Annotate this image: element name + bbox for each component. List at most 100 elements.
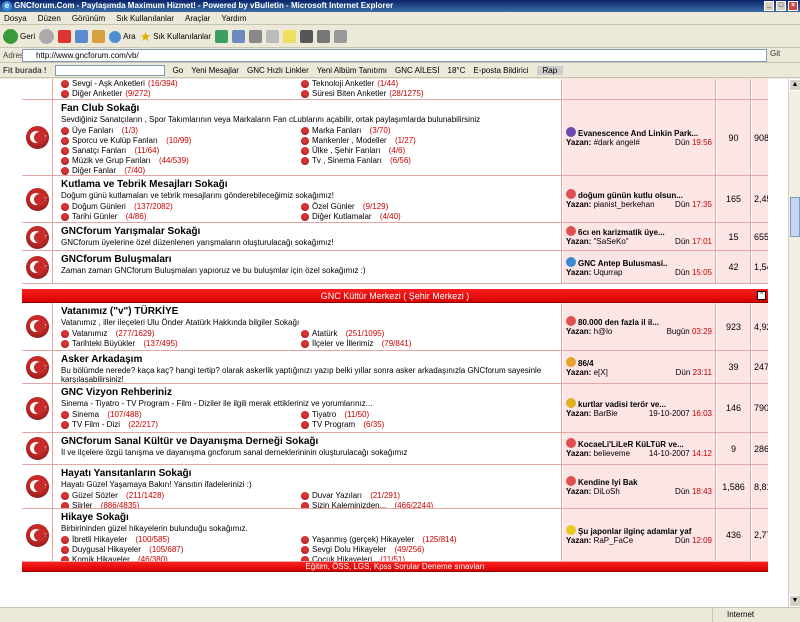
close-button[interactable]: × xyxy=(788,1,798,11)
subforum-link[interactable]: Tarihteki Büyükler (137/495) xyxy=(61,339,301,348)
link-new-album[interactable]: Yeni Albüm Tanıtımı xyxy=(317,66,387,75)
back-button[interactable]: Geri xyxy=(3,28,35,46)
go-button[interactable]: Git xyxy=(770,49,780,58)
menu-tools[interactable]: Araçlar xyxy=(185,12,210,24)
last-post-title[interactable]: Şu japonlar ilginç adamlar yaf xyxy=(566,525,712,536)
subforum-link[interactable]: Üye Fanları (1/3) xyxy=(61,126,301,135)
home-icon[interactable] xyxy=(92,30,106,43)
subforum-link[interactable]: TV Film - Dizi (22/217) xyxy=(61,420,301,429)
menu-file[interactable]: Dosya xyxy=(4,12,27,24)
scroll-thumb[interactable] xyxy=(790,197,800,237)
refresh-icon[interactable] xyxy=(75,30,89,43)
last-post-title[interactable]: doğum günün kutlu olsun... xyxy=(566,189,712,200)
subforum-link[interactable]: Sanatçı Fanları (11/64) xyxy=(61,146,301,155)
subforum-link[interactable]: Sevgi - Aşk Anketleri (16/394) xyxy=(61,79,301,88)
subforum-link[interactable]: Tiyatro (11/50) xyxy=(301,410,521,419)
vertical-scrollbar[interactable]: ▲ ▼ xyxy=(788,79,800,607)
subforum-link[interactable]: Özel Günler (9/129) xyxy=(301,202,521,211)
last-post-author[interactable]: DiLoSh xyxy=(594,487,620,496)
maximize-button[interactable]: □ xyxy=(776,1,786,11)
subforum-link[interactable]: Güzel Sözler (211/1428) xyxy=(61,491,301,500)
subforum-link[interactable]: Sinema (107/488) xyxy=(61,410,301,419)
menu-view[interactable]: Görünüm xyxy=(72,12,105,24)
last-post-title[interactable]: 86/4 xyxy=(566,357,712,368)
toolbar-search-input[interactable] xyxy=(54,64,165,76)
forum-title[interactable]: Asker Arkadaşım xyxy=(61,354,561,365)
category-header[interactable]: GNC Kültür Merkezi ( Şehir Merkezi ) ^ xyxy=(22,289,768,303)
last-post-title[interactable]: kurtlar vadisi terör ve... xyxy=(566,398,712,409)
last-post-author[interactable]: RaP_FaCe xyxy=(594,536,634,545)
forum-title[interactable]: Fan Club Sokağı xyxy=(61,103,561,114)
scroll-up-arrow[interactable]: ▲ xyxy=(789,79,800,91)
subforum-link[interactable]: Mankenler , Modeller (1/27) xyxy=(301,136,521,145)
menu-help[interactable]: Yardım xyxy=(221,12,246,24)
scroll-down-arrow[interactable]: ▼ xyxy=(789,595,800,607)
subforum-link[interactable]: Duvar Yazıları (21/291) xyxy=(301,491,521,500)
last-post-author[interactable]: pianist_berkehan xyxy=(594,200,655,209)
forum-title[interactable]: GNCforum Sanal Kültür ve Dayanışma Derne… xyxy=(61,436,561,447)
messenger-icon[interactable] xyxy=(300,30,314,43)
subforum-link[interactable]: Tarihi Günler (4/86) xyxy=(61,212,301,221)
subforum-link[interactable]: Müzik ve Grup Fanları (44/539) xyxy=(61,156,301,165)
subforum-link[interactable]: Doğum Günleri (137/2082) xyxy=(61,202,301,211)
search-button[interactable]: Ara xyxy=(109,28,136,46)
stop-icon[interactable] xyxy=(58,30,72,43)
subforum-link[interactable]: Sizin Kaleminizden... (466/2244) xyxy=(301,501,521,508)
subforum-link[interactable]: Atatürk (251/1095) xyxy=(301,329,521,338)
subforum-link[interactable]: Diğer Anketler (9/272) xyxy=(61,89,301,98)
subforum-link[interactable]: Süresi Biten Anketler (28/1275) xyxy=(301,89,521,98)
subforum-link[interactable]: Marka Fanları (3/70) xyxy=(301,126,521,135)
subforum-link[interactable]: Diğer Fanlar (7/40) xyxy=(61,166,301,175)
forum-title[interactable]: Hayatı Yansıtanların Sokağı xyxy=(61,468,561,479)
forum-title[interactable]: Vatanımız ("v") TÜRKİYE xyxy=(61,306,561,317)
subforum-link[interactable]: Duygusal Hikayeler (105/687) xyxy=(61,545,301,554)
last-post-author[interactable]: BarBie xyxy=(594,409,618,418)
discuss-icon[interactable] xyxy=(283,30,297,43)
subforum-link[interactable]: İlçeler ve İllerimiz (79/841) xyxy=(301,339,521,348)
last-post-title[interactable]: Evanescence And Linkin Park... xyxy=(566,127,712,138)
forum-title[interactable]: GNCforum Yarışmalar Sokağı xyxy=(61,226,561,237)
subforum-link[interactable]: Diğer Kutlamalar (4/40) xyxy=(301,212,521,221)
subforum-link[interactable]: Şiirler (886/4835) xyxy=(61,501,301,508)
print-icon[interactable] xyxy=(249,30,263,43)
link-new-messages[interactable]: Yeni Mesajlar xyxy=(191,66,239,75)
link-gnc-family[interactable]: GNC AİLESİ xyxy=(395,66,439,75)
history-icon[interactable] xyxy=(215,30,229,43)
link-email-notifier[interactable]: E-posta Bildirici xyxy=(473,66,528,75)
subforum-link[interactable]: Sporcu ve Kulüp Fanları (10/99) xyxy=(61,136,301,145)
weather-temp[interactable]: 18°C xyxy=(448,66,466,75)
favorites-button[interactable]: ★ Sık Kullanılanlar xyxy=(140,28,211,46)
last-post-author[interactable]: h@lo xyxy=(594,327,613,336)
menu-edit[interactable]: Düzen xyxy=(38,12,61,24)
go-link[interactable]: Go xyxy=(173,66,184,75)
menu-favorites[interactable]: Sık Kullanılanlar xyxy=(116,12,174,24)
subforum-link[interactable]: İbretli Hikayeler (100/585) xyxy=(61,535,301,544)
last-post-author[interactable]: believeme xyxy=(594,449,630,458)
category-header[interactable]: Eğitim, ÖSS, LGS, Kpss Sorular Deneme sı… xyxy=(22,562,768,572)
subforum-link[interactable]: Tv , Sinema Fanları (6/56) xyxy=(301,156,521,165)
forum-title[interactable]: Hikaye Sokağı xyxy=(61,512,561,523)
subforum-link[interactable]: Komik Hikayeler (46/380) xyxy=(61,555,301,561)
last-post-title[interactable]: KocaeLi'LiLeR KüLTüR ve... xyxy=(566,438,712,449)
brand-logo[interactable]: Fit burada ! xyxy=(3,66,47,75)
address-input[interactable]: http://www.gncforum.com/vb/ xyxy=(22,49,767,62)
last-post-title[interactable]: Kendine Iyi Bak xyxy=(566,476,712,487)
last-post-author[interactable]: #dark angel# xyxy=(594,138,640,147)
subforum-link[interactable]: Yaşanmış (gerçek) Hikayeler (125/814) xyxy=(301,535,521,544)
edit-icon[interactable] xyxy=(266,30,280,43)
link-quick-links[interactable]: GNC Hızlı Linkler xyxy=(247,66,309,75)
radio-select[interactable]: Rap xyxy=(536,65,564,75)
forum-title[interactable]: Kutlama ve Tebrik Mesajları Sokağı xyxy=(61,179,561,190)
last-post-author[interactable]: e[X] xyxy=(594,368,608,377)
last-post-title[interactable]: GNC Antep Bulusmasi.. xyxy=(566,257,712,268)
minimize-button[interactable]: _ xyxy=(764,1,774,11)
subforum-link[interactable]: Ülke , Şehir Fanları (4/6) xyxy=(301,146,521,155)
subforum-link[interactable]: Çocuk Hikayeleri (11/51) xyxy=(301,555,521,561)
tool2-icon[interactable] xyxy=(334,30,348,43)
subforum-link[interactable]: Teknoloji Anketler (1/44) xyxy=(301,79,521,88)
subforum-link[interactable]: TV Program (6/35) xyxy=(301,420,521,429)
forum-title[interactable]: GNCforum Buluşmaları xyxy=(61,254,561,265)
collapse-icon[interactable]: ^ xyxy=(757,291,766,300)
last-post-title[interactable]: 80.000 den fazla il il... xyxy=(566,316,712,327)
subforum-link[interactable]: Sevgi Dolu Hikayeler (49/256) xyxy=(301,545,521,554)
